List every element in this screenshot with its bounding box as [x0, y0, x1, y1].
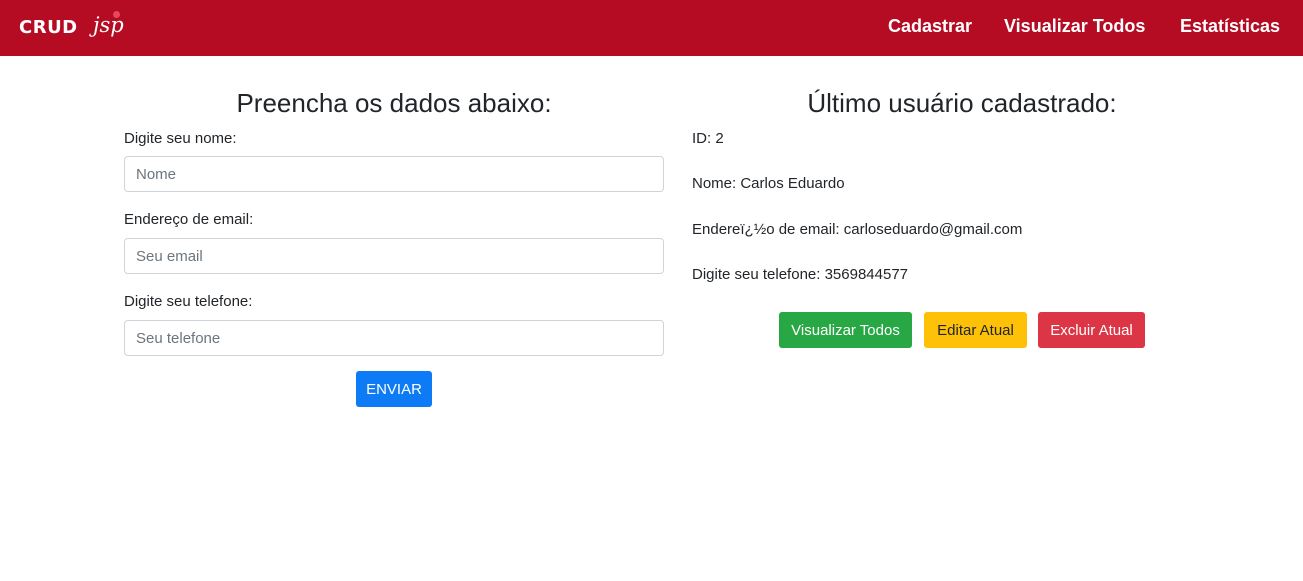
brand-sub-text: jsp — [93, 13, 124, 37]
name-input[interactable] — [124, 156, 664, 192]
nav-link-estatisticas[interactable]: Estatísticas — [1180, 16, 1280, 37]
phone-label: Digite seu telefone: — [124, 293, 253, 310]
brand-main-text: CRUD — [19, 17, 78, 38]
email-label: Endereço de email: — [124, 211, 254, 228]
brand-logo[interactable]: CRUD jsp — [19, 11, 135, 45]
last-user-name: Nome: Carlos Eduardo — [692, 175, 845, 192]
delete-current-button[interactable]: Excluir Atual — [1038, 312, 1145, 348]
last-user-phone: Digite seu telefone: 3569844577 — [692, 266, 909, 283]
last-user-id: ID: 2 — [692, 130, 724, 147]
last-user-title: Último usuário cadastrado: — [807, 88, 1117, 118]
submit-button[interactable]: ENVIAR — [356, 371, 432, 407]
top-navbar: CRUD jsp Cadastrar Visualizar Todos Esta… — [0, 0, 1303, 56]
edit-current-button[interactable]: Editar Atual — [924, 312, 1027, 348]
form-title: Preencha os dados abaixo: — [236, 88, 552, 118]
phone-input[interactable] — [124, 320, 664, 356]
nav-link-visualizar-todos[interactable]: Visualizar Todos — [1004, 16, 1145, 37]
view-all-button[interactable]: Visualizar Todos — [779, 312, 912, 348]
email-input[interactable] — [124, 238, 664, 274]
name-label: Digite seu nome: — [124, 130, 237, 147]
nav-link-cadastrar[interactable]: Cadastrar — [888, 16, 972, 37]
last-user-email: Endereï¿½o de email: carloseduardo@gmail… — [692, 221, 1023, 238]
